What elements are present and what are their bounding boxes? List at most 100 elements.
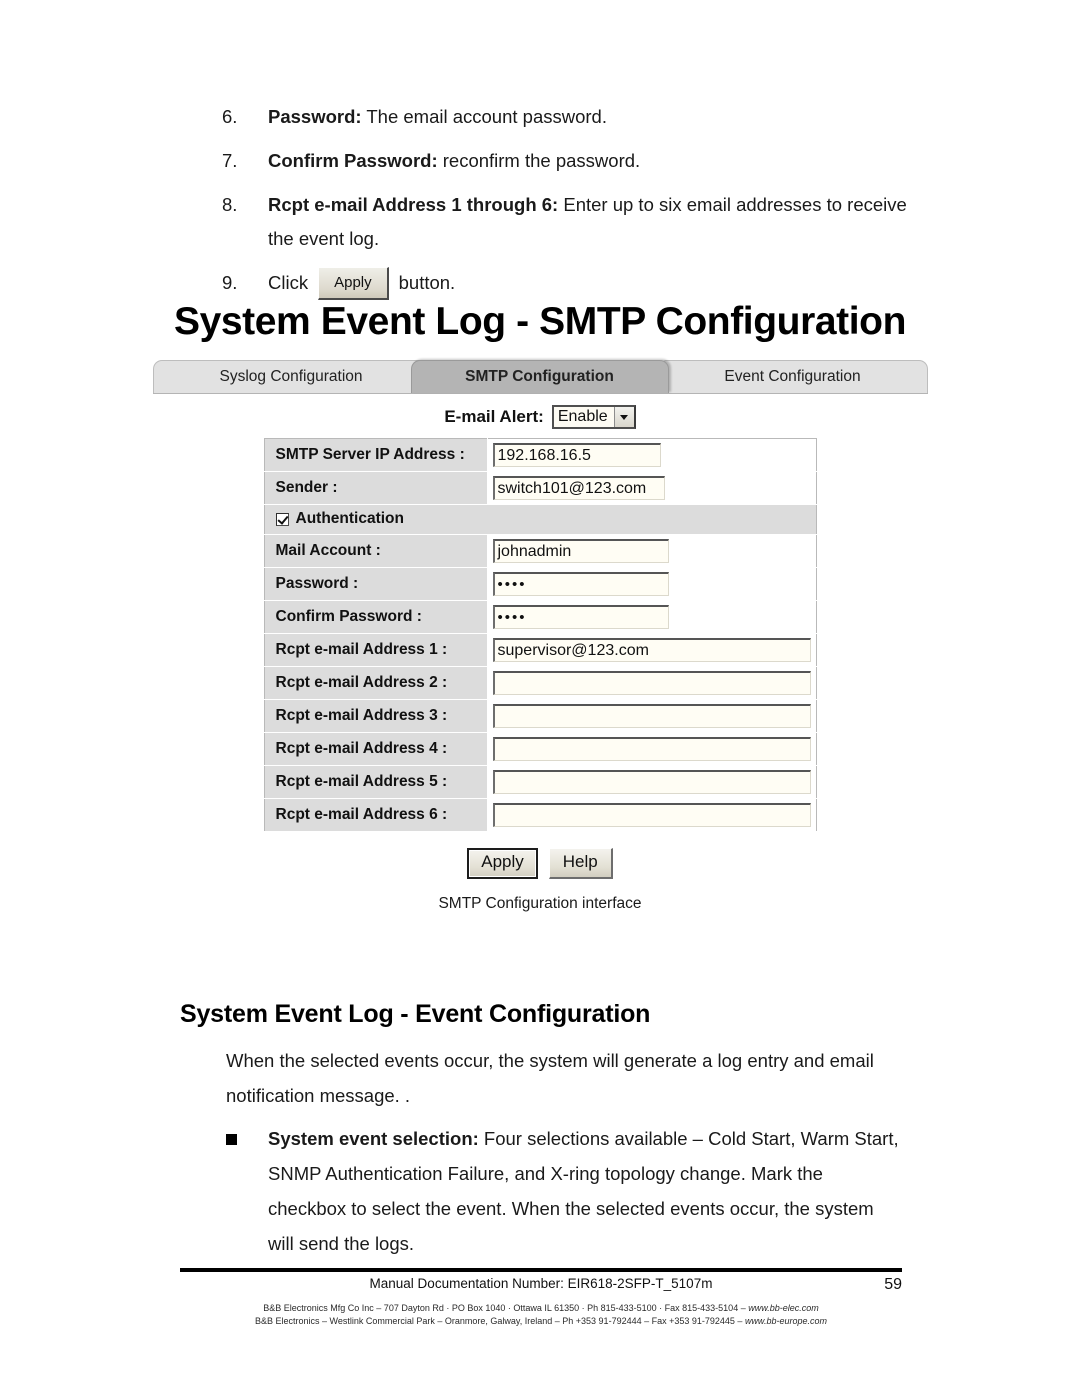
rcpt-email-3-label: Rcpt e-mail Address 3 :	[264, 699, 488, 733]
rcpt-email-3-input[interactable]	[492, 704, 811, 728]
rcpt-email-5-label: Rcpt e-mail Address 5 :	[264, 765, 488, 799]
square-bullet-icon	[226, 1134, 237, 1145]
smtp-form-table: SMTP Server IP Address : 192.168.16.5 Se…	[263, 438, 817, 832]
password-label: Password :	[264, 567, 488, 601]
step-number: 8.	[222, 194, 238, 215]
footer-divider	[180, 1268, 902, 1272]
website-eu: www.bb-europe.com	[744, 1316, 827, 1326]
apply-button-inline[interactable]: Apply	[318, 266, 389, 300]
tab-event-configuration[interactable]: Event Configuration	[657, 360, 928, 393]
sender-input[interactable]: switch101@123.com	[492, 476, 665, 500]
rcpt-email-1-cell: supervisor@123.com	[487, 633, 816, 667]
smtp-server-cell: 192.168.16.5	[487, 438, 816, 472]
step-text: reconfirm the password.	[437, 150, 641, 171]
address-text-eu: B&B Electronics – Westlink Commercial Pa…	[255, 1316, 745, 1326]
address-line-eu: B&B Electronics – Westlink Commercial Pa…	[180, 1315, 902, 1328]
footer: Manual Documentation Number: EIR618-2SFP…	[180, 1276, 902, 1293]
page-number: 59	[884, 1276, 902, 1293]
bullet-term: System event selection:	[268, 1128, 479, 1149]
rcpt-email-2-cell	[487, 666, 816, 700]
smtp-configuration-screenshot: System Event Log - SMTP Configuration Sy…	[0, 300, 1080, 913]
instruction-steps: 6. Password: The email account password.…	[222, 100, 922, 310]
table-row: Rcpt e-mail Address 1 : supervisor@123.c…	[264, 633, 816, 667]
section-paragraph: When the selected events occur, the syst…	[226, 1050, 874, 1106]
table-row: Mail Account : johnadmin	[264, 534, 816, 568]
table-row: Rcpt e-mail Address 3 :	[264, 699, 816, 733]
table-row: SMTP Server IP Address : 192.168.16.5	[264, 438, 816, 472]
section-heading: System Event Log - Event Configuration	[180, 1000, 651, 1028]
apply-button[interactable]: Apply	[467, 848, 538, 879]
tab-bar: Syslog Configuration Event Configuration…	[152, 360, 928, 394]
list-item: 9. Click Apply button.	[222, 266, 922, 300]
tab-smtp-configuration[interactable]: SMTP Configuration	[410, 360, 669, 393]
page-title: System Event Log - SMTP Configuration	[173, 300, 907, 343]
list-item: 8. Rcpt e-mail Address 1 through 6: Ente…	[222, 188, 922, 256]
authentication-cell[interactable]: Authentication	[264, 504, 816, 535]
chevron-down-icon[interactable]	[613, 407, 634, 427]
list-item: System event selection: Four selections …	[226, 1121, 900, 1261]
confirm-password-input[interactable]: ••••	[492, 605, 669, 629]
mail-account-label: Mail Account :	[264, 534, 488, 568]
figure-caption: SMTP Configuration interface	[438, 895, 642, 912]
rcpt-email-4-input[interactable]	[492, 737, 811, 761]
table-row: Sender : switch101@123.com	[264, 471, 816, 505]
email-alert-select[interactable]: Enable	[551, 405, 636, 429]
authentication-checkbox[interactable]	[275, 512, 289, 526]
tab-label: SMTP Configuration	[465, 368, 614, 385]
mail-account-cell: johnadmin	[487, 534, 816, 568]
website-us: www.bb-elec.com	[748, 1303, 819, 1313]
step-number: 9.	[222, 272, 238, 293]
step-term: Rcpt e-mail Address 1 through 6:	[268, 194, 559, 215]
rcpt-email-2-input[interactable]	[492, 671, 811, 695]
table-row: Confirm Password : ••••	[264, 600, 816, 634]
step-number: 6.	[222, 106, 238, 127]
rcpt-email-3-cell	[487, 699, 816, 733]
manual-documentation-number: Manual Documentation Number: EIR618-2SFP…	[369, 1276, 713, 1291]
tab-syslog-configuration[interactable]: Syslog Configuration	[152, 360, 430, 393]
confirm-password-label: Confirm Password :	[264, 600, 488, 634]
rcpt-email-1-input[interactable]: supervisor@123.com	[492, 638, 811, 662]
tab-label: Event Configuration	[724, 368, 861, 385]
step-text-post: button.	[398, 272, 456, 293]
event-configuration-section: System Event Log - Event Configuration W…	[180, 1000, 920, 1261]
address-text-us: B&B Electronics Mfg Co Inc – 707 Dayton …	[263, 1303, 749, 1313]
tab-label: Syslog Configuration	[219, 368, 363, 385]
step-text: The email account password.	[361, 106, 607, 127]
list-item: 7. Confirm Password: reconfirm the passw…	[222, 144, 922, 178]
help-button[interactable]: Help	[548, 848, 613, 879]
list-item: 6. Password: The email account password.	[222, 100, 922, 134]
company-address: B&B Electronics Mfg Co Inc – 707 Dayton …	[180, 1302, 902, 1328]
email-alert-label: E-mail Alert:	[444, 407, 544, 426]
rcpt-email-6-input[interactable]	[492, 803, 811, 827]
rcpt-email-4-label: Rcpt e-mail Address 4 :	[264, 732, 488, 766]
step-term: Password:	[268, 106, 362, 127]
form-actions: Apply Help	[264, 848, 817, 879]
table-row: Authentication	[264, 504, 816, 535]
rcpt-email-6-label: Rcpt e-mail Address 6 :	[264, 798, 488, 832]
authentication-label: Authentication	[295, 510, 405, 527]
sender-label: Sender :	[264, 471, 488, 505]
rcpt-email-5-input[interactable]	[492, 770, 811, 794]
step-number: 7.	[222, 150, 238, 171]
step-term: Confirm Password:	[268, 150, 438, 171]
step-text-pre: Click	[268, 272, 309, 293]
rcpt-email-1-label: Rcpt e-mail Address 1 :	[264, 633, 488, 667]
rcpt-email-5-cell	[487, 765, 816, 799]
sender-cell: switch101@123.com	[487, 471, 816, 505]
rcpt-email-4-cell	[487, 732, 816, 766]
smtp-server-input[interactable]: 192.168.16.5	[492, 443, 661, 467]
rcpt-email-6-cell	[487, 798, 816, 832]
mail-account-input[interactable]: johnadmin	[492, 539, 669, 563]
table-row: Rcpt e-mail Address 4 :	[264, 732, 816, 766]
email-alert-value: Enable	[557, 408, 608, 425]
address-line-us: B&B Electronics Mfg Co Inc – 707 Dayton …	[180, 1302, 902, 1315]
table-row: Rcpt e-mail Address 2 :	[264, 666, 816, 700]
table-row: Rcpt e-mail Address 6 :	[264, 798, 816, 832]
email-alert-row: E-mail Alert: Enable	[153, 405, 928, 429]
table-row: Password : ••••	[264, 567, 816, 601]
smtp-server-label: SMTP Server IP Address :	[264, 438, 488, 472]
confirm-password-cell: ••••	[487, 600, 816, 634]
password-cell: ••••	[487, 567, 816, 601]
table-row: Rcpt e-mail Address 5 :	[264, 765, 816, 799]
password-input[interactable]: ••••	[492, 572, 669, 596]
